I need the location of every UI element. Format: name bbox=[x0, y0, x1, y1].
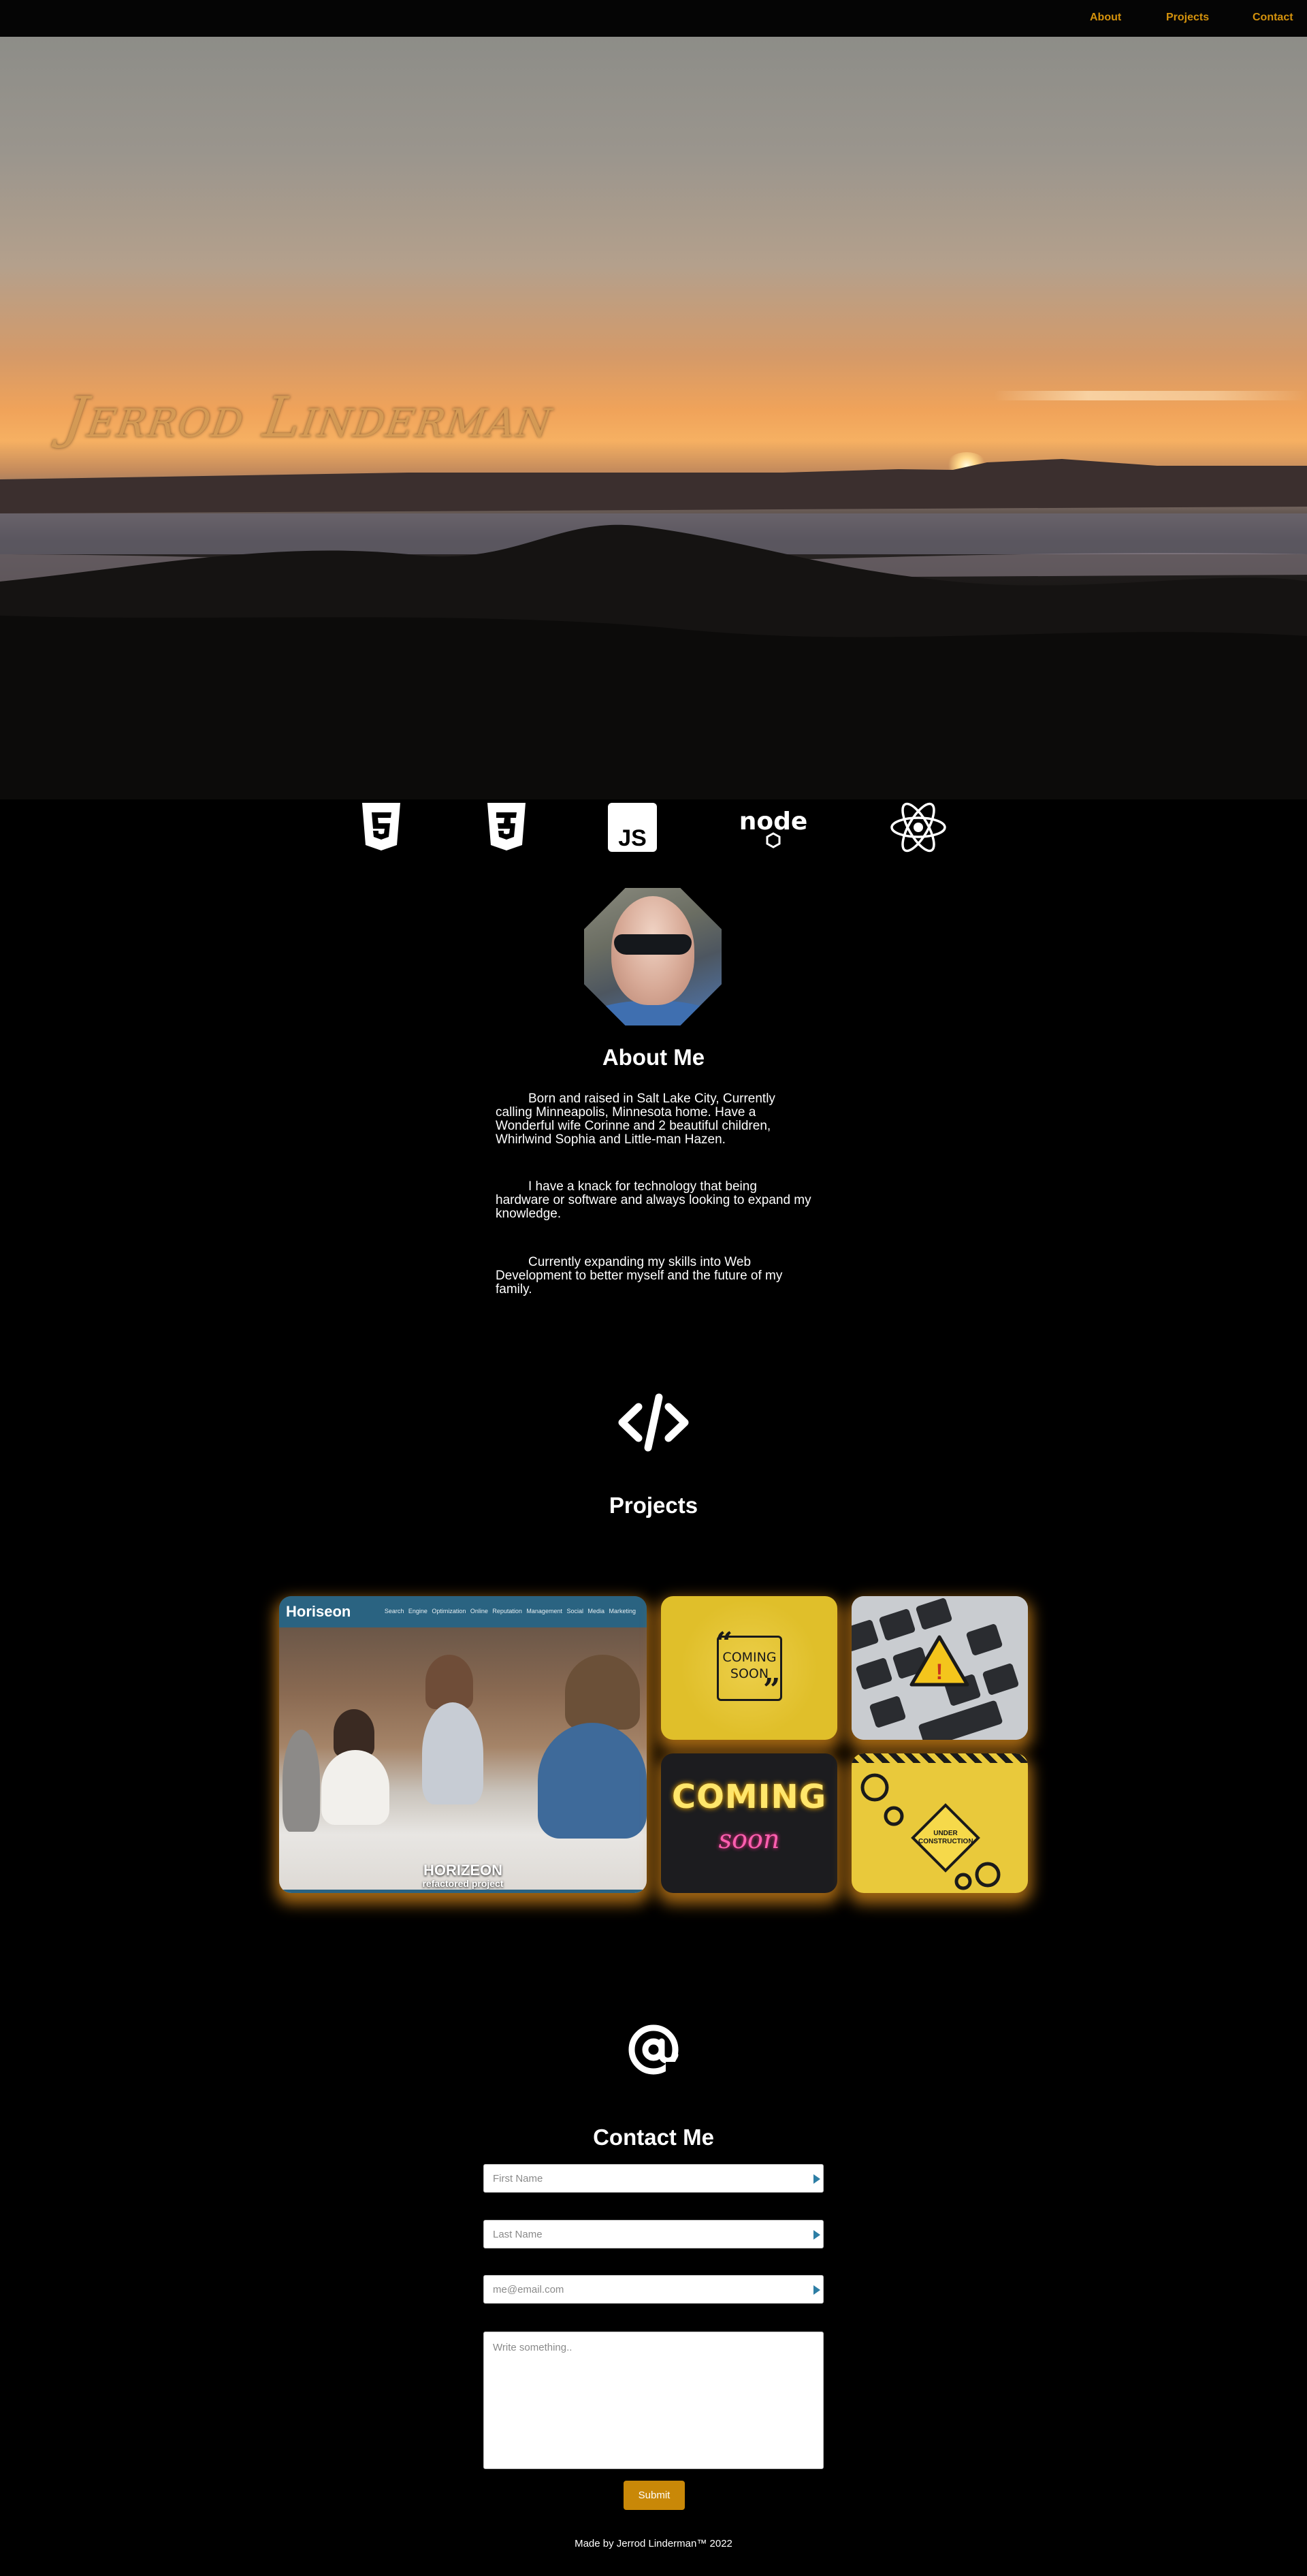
about-paragraph-3: Currently expanding my skills into Web D… bbox=[496, 1256, 812, 1297]
horiseon-caption-subtitle: refactored project bbox=[422, 1878, 504, 1889]
project-card-coming-soon-1[interactable]: “ ” COMING SOON bbox=[661, 1596, 837, 1740]
first-name-field[interactable]: First Name bbox=[483, 2164, 824, 2193]
svg-text:!: ! bbox=[936, 1659, 943, 1684]
profile-avatar bbox=[584, 888, 722, 1025]
hero-banner: Jerrod Linderman bbox=[0, 37, 1307, 799]
horiseon-hero-image bbox=[279, 1627, 647, 1893]
email-field[interactable]: me@email.com bbox=[483, 2275, 824, 2304]
under-construction-text: UNDER CONSTRUCTION bbox=[918, 1830, 973, 1845]
keyboard-warning-image: ! bbox=[852, 1596, 1028, 1740]
coming-soon-2-line2: soon bbox=[718, 1824, 780, 1854]
code-icon bbox=[618, 1393, 689, 1452]
svg-text:node: node bbox=[739, 808, 808, 836]
hero-title: Jerrod Linderman bbox=[60, 385, 558, 450]
html5-icon bbox=[359, 802, 403, 853]
at-sign-icon bbox=[628, 2024, 682, 2078]
first-name-placeholder: First Name bbox=[493, 2173, 543, 2184]
autofill-arrow-icon bbox=[813, 2285, 820, 2295]
react-icon bbox=[889, 802, 948, 853]
css3-icon bbox=[485, 802, 528, 853]
contact-heading: Contact Me bbox=[593, 2125, 714, 2150]
horiseon-caption-title: HORIZEON bbox=[423, 1862, 503, 1879]
project-card-horiseon[interactable]: Horiseon Search Engine Optimization Onli… bbox=[279, 1596, 647, 1893]
about-paragraph-2: I have a knack for technology that being… bbox=[496, 1180, 812, 1221]
about-paragraph-1-text: Born and raised in Salt Lake City, Curre… bbox=[496, 1092, 775, 1147]
autofill-arrow-icon bbox=[813, 2174, 820, 2184]
horiseon-nav-links: Search Engine Optimization Online Reputa… bbox=[384, 1608, 636, 1615]
nav-link-contact[interactable]: Contact bbox=[1253, 12, 1293, 24]
about-paragraph-1: Born and raised in Salt Lake City, Curre… bbox=[496, 1092, 812, 1147]
project-card-under-construction[interactable]: UNDER CONSTRUCTION bbox=[852, 1753, 1028, 1893]
project-card-keyboard-warning[interactable]: ! bbox=[852, 1596, 1028, 1740]
javascript-icon: JS bbox=[608, 802, 657, 853]
svg-text:JS: JS bbox=[618, 825, 647, 851]
nav-link-projects[interactable]: Projects bbox=[1166, 12, 1209, 24]
horiseon-brand: Horiseon bbox=[286, 1603, 351, 1620]
projects-heading: Projects bbox=[609, 1493, 698, 1518]
about-heading: About Me bbox=[602, 1045, 705, 1070]
top-nav: About Projects Contact bbox=[0, 0, 1307, 37]
coming-soon-1-text: COMING SOON bbox=[722, 1650, 777, 1681]
email-placeholder: me@email.com bbox=[493, 2284, 564, 2295]
message-textarea[interactable]: Write something.. bbox=[483, 2332, 824, 2469]
last-name-field[interactable]: Last Name bbox=[483, 2220, 824, 2248]
nav-link-about[interactable]: About bbox=[1090, 12, 1121, 24]
footer-text: Made by Jerrod Linderman™ 2022 bbox=[575, 2538, 732, 2549]
autofill-arrow-icon bbox=[813, 2230, 820, 2240]
project-card-coming-soon-2[interactable]: COMING soon bbox=[661, 1753, 837, 1893]
nodejs-icon: node bbox=[737, 802, 809, 853]
coming-soon-2-line1: COMING bbox=[671, 1778, 827, 1816]
submit-button[interactable]: Submit bbox=[624, 2481, 685, 2510]
last-name-placeholder: Last Name bbox=[493, 2229, 543, 2240]
about-paragraph-2-text: I have a knack for technology that being… bbox=[496, 1179, 811, 1221]
about-paragraph-3-text: Currently expanding my skills into Web D… bbox=[496, 1255, 783, 1297]
message-placeholder: Write something.. bbox=[493, 2342, 572, 2353]
